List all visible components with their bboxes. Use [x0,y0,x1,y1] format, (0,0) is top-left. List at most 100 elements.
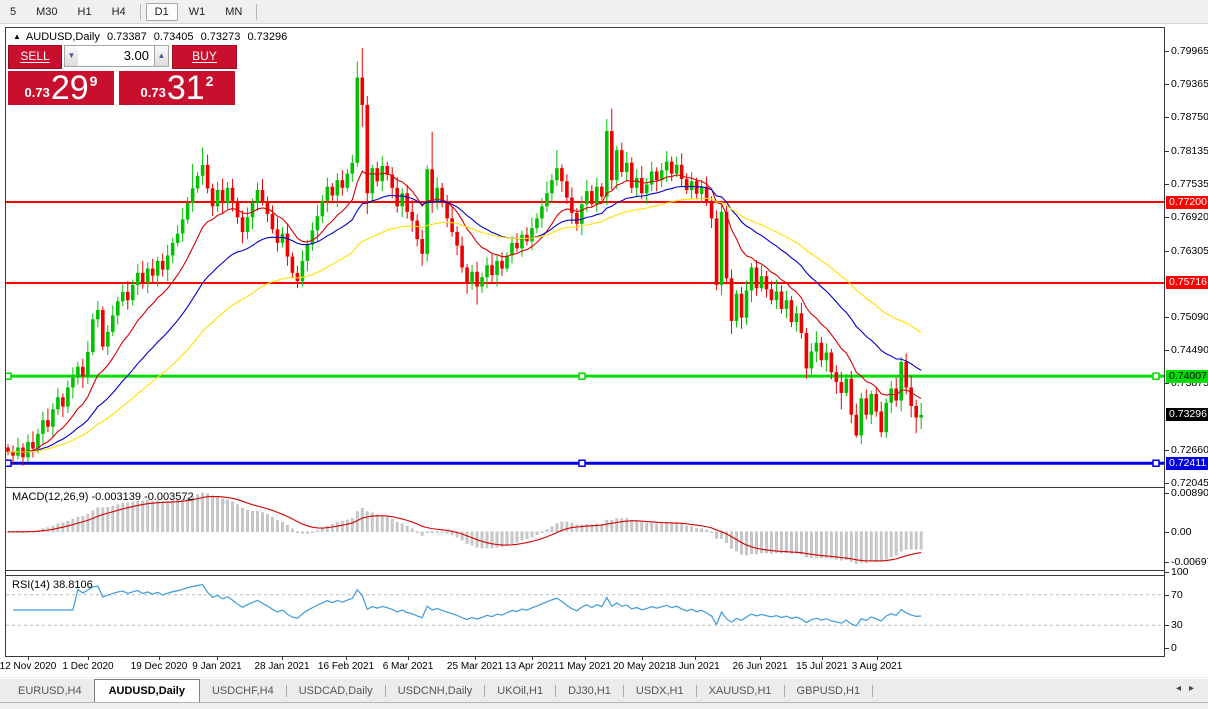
candle-body [145,268,150,283]
chart-tab-audusd[interactable]: AUDUSD,Daily [93,679,200,702]
candle-body [575,212,579,224]
macd-histogram-bar [899,531,903,552]
volume-decrease-button[interactable]: ▼ [64,45,79,67]
chart-tab-gbpusd[interactable]: GBPUSD,H1 [785,679,873,702]
candle-body [170,242,175,256]
price-axis-tick [1165,217,1169,219]
line-selection-handle[interactable] [1152,459,1160,467]
timeframe-button-5[interactable]: 5 [1,3,25,21]
sell-price-big-digits: 29 [50,69,89,107]
timeframe-button-d1[interactable]: D1 [145,2,178,21]
candle-body [56,397,60,410]
collapse-panel-icon[interactable]: ▲ [13,32,21,41]
macd-histogram-bar [894,531,898,556]
chart-tab-usdcnh[interactable]: USDCNH,Daily [386,679,485,702]
candle-body [854,414,859,436]
line-selection-handle[interactable] [6,372,12,380]
line-selection-handle[interactable] [1152,372,1160,380]
macd-histogram-bar [879,531,883,562]
chart-tab-dj30[interactable]: DJ30,H1 [556,679,623,702]
candle-body [674,164,679,174]
macd-histogram-bar [435,531,439,533]
candle-body [290,256,295,273]
candle-body [275,229,280,243]
macd-histogram-bar [450,531,454,536]
date-axis[interactable]: 12 Nov 2020 1 Dec 2020 19 Dec 2020 9 Jan 20… [0,656,1208,677]
timeframe-button-h4[interactable]: H4 [103,3,135,21]
macd-histogram-bar [490,531,494,549]
rsi-axis-tick [1165,572,1169,573]
price-axis-tick [1165,483,1169,485]
candle-body [505,255,509,269]
chart-tab-usdx[interactable]: USDX,H1 [624,679,696,702]
macd-histogram-bar [405,525,409,532]
candle-body [240,217,245,233]
ohlc-close: 0.73296 [247,31,288,43]
tab-scroll-right-icon[interactable]: ▸ [1189,683,1202,694]
candle-body [175,233,180,243]
price-axis[interactable]: 0.79965 0.79365 0.78750 0.78135 0.77535 0.769… [1165,27,1208,657]
line-selection-handle[interactable] [578,459,586,467]
macd-histogram-bar [685,525,689,532]
price-axis-tick [1165,250,1169,252]
timeframe-button-w1[interactable]: W1 [180,3,215,21]
ohlc-high: 0.73405 [153,31,194,43]
macd-histogram-bar [715,531,718,539]
line-selection-handle[interactable] [6,459,12,467]
price-axis-label: 0.78135 [1171,144,1208,157]
price-axis-badge: 0.74007 [1166,369,1208,383]
chart-tab-xauusd[interactable]: XAUUSD,H1 [697,679,784,702]
chart-tab-eurusd[interactable]: EURUSD,H4 [6,679,94,702]
candle-body [824,352,829,361]
timeframe-button-h1[interactable]: H1 [69,3,101,21]
candle-body [400,193,405,207]
candle-body [305,244,310,261]
candle-body [919,414,923,418]
separator-macd-bottom[interactable] [5,570,1165,571]
candle-body [794,313,799,323]
macd-histogram-bar [710,531,713,533]
macd-histogram-bar [271,516,274,532]
chart-tab-usdchf[interactable]: USDCHF,H4 [200,679,286,702]
macd-histogram-bar [510,531,514,544]
sell-price-display[interactable]: 0.73 29 9 [8,71,114,105]
candle-body [654,171,659,181]
candle-body [884,402,889,433]
ohlc-low: 0.73273 [200,31,241,43]
macd-histogram-bar [665,523,669,532]
macd-histogram-bar [201,492,205,532]
macd-histogram-bar [116,504,120,532]
timeframe-button-mn[interactable]: MN [216,3,251,21]
macd-histogram-bar [745,531,748,556]
line-selection-handle[interactable] [578,372,586,380]
chart-symbol-label: AUDUSD,Daily [25,31,100,43]
date-axis-tick [408,656,409,660]
candle-body [405,193,409,212]
chart-tab-usdcad[interactable]: USDCAD,Daily [287,679,385,702]
candle-body [560,168,564,182]
slow-ema-line [7,197,922,453]
tab-scroll-left-icon[interactable]: ◂ [1176,683,1189,694]
candle-body [205,164,210,189]
buy-price-display[interactable]: 0.73 31 2 [119,71,235,105]
buy-price-big-digits: 31 [166,69,205,107]
candle-body [125,292,130,301]
macd-histogram-bar [301,531,304,534]
candle-body [165,255,170,270]
candle-body [120,292,125,302]
timeframe-button-m30[interactable]: M30 [27,3,66,21]
macd-histogram-bar [425,531,429,533]
chart-title: ▲ AUDUSD,Daily 0.73387 0.73405 0.73273 0.… [13,31,291,43]
buy-button[interactable]: BUY [172,45,237,69]
sell-button[interactable]: SELL [8,45,62,69]
volume-increase-button[interactable]: ▲ [154,45,169,67]
candle-body [310,230,315,245]
macd-histogram-bar [909,531,913,550]
macd-histogram-bar [430,531,434,533]
macd-histogram-bar [460,531,464,541]
rsi-indicator-canvas[interactable] [6,576,1164,656]
chart-tab-ukoil[interactable]: UKOil,H1 [485,679,555,702]
candle-body [864,398,869,415]
volume-input[interactable]: 3.00 [78,45,154,67]
macd-histogram-bar [345,519,349,532]
